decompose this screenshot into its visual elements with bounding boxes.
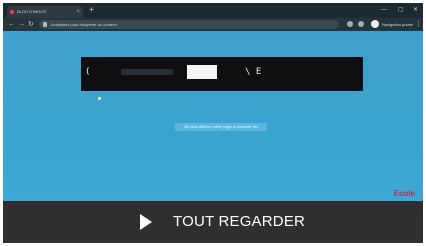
profile-label: Navigation privée (382, 22, 413, 27)
maximize-icon[interactable]: ▢ (398, 5, 404, 15)
close-tab-icon[interactable]: × (76, 6, 80, 18)
minimize-icon[interactable]: — (381, 5, 387, 15)
favicon-icon (10, 10, 14, 14)
lock-icon (43, 22, 47, 27)
close-window-icon[interactable]: ✕ (413, 5, 418, 15)
browser-tab-strip: BLOG D'IMROS × + — ▢ ✕ (3, 3, 423, 18)
tab-title: BLOG D'IMROS (17, 9, 46, 14)
banner-text-left: ( (85, 67, 91, 77)
reload-icon[interactable]: ↻ (28, 20, 34, 29)
profile-avatar[interactable] (371, 20, 379, 28)
address-bar[interactable]: Actualisez pour récupérer du contenu (39, 20, 339, 29)
new-tab-button[interactable]: + (89, 5, 94, 15)
banner-blurred-text (121, 69, 173, 75)
banner-text-right: \ E (245, 67, 262, 77)
watch-all-label: TOUT REGARDER (173, 213, 306, 230)
back-arrow-icon[interactable]: ← (8, 20, 15, 29)
screenshot-frame: BLOG D'IMROS × + — ▢ ✕ ← → ↻ Actualisez … (3, 3, 423, 243)
notice-link[interactable]: Ne plus afficher cette page si possible … (175, 123, 267, 131)
mouse-cursor (98, 97, 101, 100)
watch-all-button[interactable]: TOUT REGARDER (3, 201, 423, 243)
page-content: ( \ E Ne plus afficher cette page si pos… (3, 31, 423, 201)
bookmark-icon[interactable] (358, 21, 364, 27)
extension-icon[interactable] (347, 21, 353, 27)
dark-banner: ( \ E (81, 57, 363, 91)
browser-toolbar: ← → ↻ Actualisez pour récupérer du conte… (3, 18, 423, 31)
browser-tab[interactable]: BLOG D'IMROS × (7, 6, 83, 18)
browser-menu-icon[interactable]: ⋮ (415, 20, 422, 29)
banner-highlight (187, 65, 217, 79)
play-icon (140, 214, 152, 230)
forward-arrow-icon[interactable]: → (18, 20, 25, 29)
site-logo: Ecole (393, 189, 415, 198)
address-text: Actualisez pour récupérer du contenu (51, 22, 118, 27)
